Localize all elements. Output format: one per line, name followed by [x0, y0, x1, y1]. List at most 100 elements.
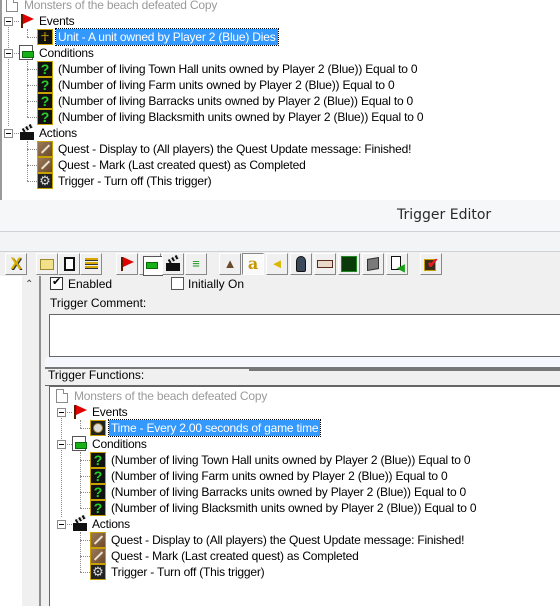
x-icon: X — [10, 254, 22, 273]
trigger-editor-button[interactable]: a — [242, 253, 264, 275]
trigger-functions-tree[interactable]: Monsters of the beach defeated Copy Even… — [49, 386, 560, 606]
tree-item-condition[interactable]: (Number of living Town Hall units owned … — [53, 452, 473, 468]
checklist-button[interactable]: ≡ — [185, 253, 207, 275]
flag-icon — [19, 13, 35, 29]
letter-a-icon: a — [247, 254, 259, 273]
tree-item-action[interactable]: Trigger - Turn off (This trigger) — [0, 173, 420, 189]
list-icon — [81, 254, 101, 274]
tree-item-event[interactable]: Time - Every 2.00 seconds of game time — [53, 419, 353, 437]
sound-editor-button[interactable]: ◄ — [266, 253, 288, 275]
document-icon — [59, 254, 79, 274]
face-icon — [339, 254, 359, 274]
condition-icon — [19, 45, 34, 60]
question-icon — [90, 484, 106, 500]
object-editor-button[interactable] — [290, 253, 312, 275]
collapse-icon[interactable] — [4, 17, 13, 26]
tree-node-conditions[interactable]: Conditions — [53, 436, 253, 452]
tree-item-event[interactable]: Unit - A unit owned by Player 2 (Blue) D… — [0, 28, 300, 46]
trigger-comment-textarea[interactable] — [49, 314, 560, 357]
new-condition-button[interactable] — [139, 253, 163, 276]
new-action-button[interactable] — [162, 253, 184, 275]
close-button[interactable]: X — [5, 253, 27, 275]
scroll-up-icon[interactable]: ⌃ — [25, 279, 33, 290]
gear-icon — [90, 564, 106, 580]
new-event-button[interactable] — [116, 253, 138, 275]
flag-icon — [72, 404, 88, 420]
collapse-icon[interactable] — [57, 408, 66, 417]
tree-node-events[interactable]: Events — [0, 13, 200, 29]
tree-item-condition[interactable]: (Number of living Farm units owned by Pl… — [0, 77, 420, 93]
clapboard-icon — [165, 256, 181, 272]
collapse-icon[interactable] — [57, 520, 66, 529]
tree-root[interactable]: Monsters of the beach defeated Copy — [4, 0, 304, 13]
window-titlebar: Trigger Editor — [0, 200, 560, 232]
top-trigger-tree: Monsters of the beach defeated Copy Even… — [0, 0, 560, 200]
question-icon — [37, 61, 53, 77]
question-icon — [90, 500, 106, 516]
document-icon — [56, 389, 68, 403]
condition-icon — [143, 256, 163, 276]
enabled-label: Enabled — [68, 277, 113, 291]
clapboard-icon — [72, 516, 88, 532]
tree-node-conditions[interactable]: Conditions — [0, 45, 200, 61]
trigger-comment-label: Trigger Comment: — [50, 296, 147, 310]
import-manager-button[interactable] — [362, 253, 384, 275]
campaign-editor-button[interactable] — [314, 253, 336, 275]
tree-item-condition[interactable]: (Number of living Barracks units owned b… — [0, 93, 420, 109]
question-icon — [90, 468, 106, 484]
terrain-editor-button[interactable]: ▲ — [219, 253, 241, 275]
quest-icon — [37, 157, 53, 173]
ai-editor-button[interactable] — [338, 253, 360, 275]
quest-icon — [37, 141, 53, 157]
unit-icon — [37, 29, 53, 45]
flag-icon — [119, 256, 135, 272]
question-icon — [90, 452, 106, 468]
quest-icon — [90, 548, 106, 564]
tree-item-condition[interactable]: (Number of living Blacksmith units owned… — [53, 500, 477, 516]
checklist-icon: ≡ — [192, 256, 200, 271]
clock-icon — [90, 420, 106, 436]
tree-root[interactable]: Monsters of the beach defeated Copy — [54, 388, 354, 404]
tree-node-events[interactable]: Events — [53, 404, 253, 420]
export-icon: ◀ — [387, 254, 407, 274]
collapse-icon[interactable] — [57, 440, 66, 449]
enabled-checkbox[interactable] — [50, 275, 63, 290]
tree-item-condition[interactable]: (Number of living Blacksmith units owned… — [0, 109, 424, 125]
tree-item-condition[interactable]: (Number of living Town Hall units owned … — [0, 61, 420, 77]
left-scrollbar[interactable]: ⌃ — [22, 276, 39, 606]
cards-icon — [315, 254, 335, 274]
new-trigger-button[interactable] — [58, 253, 80, 275]
tree-item-action[interactable]: Quest - Mark (Last created quest) as Com… — [53, 548, 473, 564]
tree-item-action[interactable]: Quest - Display to (All players) the Que… — [53, 532, 473, 548]
tree-item-action[interactable]: Trigger - Turn off (This trigger) — [53, 564, 473, 580]
question-icon — [37, 93, 53, 109]
collapse-icon[interactable] — [4, 129, 13, 138]
tree-item-action[interactable]: Quest - Display to (All players) the Que… — [0, 141, 420, 157]
speaker-icon: ◄ — [270, 256, 284, 271]
trigger-functions-label: Trigger Functions: — [48, 368, 145, 382]
script-editor-button[interactable]: ◀ — [386, 253, 408, 275]
test-map-button[interactable]: ✔ — [420, 253, 442, 275]
tree-item-condition[interactable]: (Number of living Farm units owned by Pl… — [53, 468, 473, 484]
mountain-icon: ▲ — [223, 256, 237, 271]
initially-on-checkbox[interactable] — [171, 277, 184, 290]
clapboard-icon — [19, 125, 35, 141]
toolbar: X ≡ ▲ a ◄ ◀ ✔ — [0, 252, 560, 276]
window-title: Trigger Editor — [397, 207, 492, 223]
collapse-icon[interactable] — [4, 49, 13, 58]
document-icon — [6, 0, 18, 12]
box-icon — [363, 254, 383, 274]
initially-on-label: Initially On — [188, 277, 245, 291]
helmet-icon — [291, 254, 311, 274]
folder-icon — [37, 254, 57, 274]
tree-node-actions[interactable]: Actions — [0, 125, 200, 141]
tree-item-action[interactable]: Quest - Mark (Last created quest) as Com… — [0, 157, 420, 173]
condition-icon — [72, 436, 87, 451]
checkbox-icon: ✔ — [421, 254, 441, 274]
new-category-button[interactable] — [80, 253, 102, 275]
quest-icon — [90, 532, 106, 548]
tree-node-actions[interactable]: Actions — [53, 516, 253, 532]
gear-icon — [37, 173, 53, 189]
open-folder-button[interactable] — [36, 253, 58, 275]
tree-item-condition[interactable]: (Number of living Barracks units owned b… — [53, 484, 473, 500]
